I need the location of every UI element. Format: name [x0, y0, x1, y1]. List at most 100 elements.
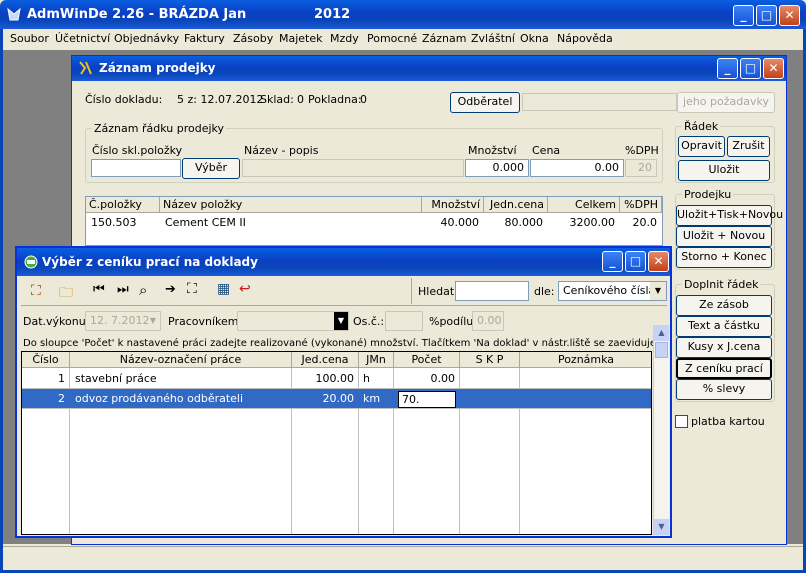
calculator-icon[interactable]: ▦	[217, 281, 230, 297]
date-field: 12. 7.2012 ▼	[85, 311, 161, 331]
search-icon[interactable]: ⌕	[139, 281, 147, 299]
sales-minimize-button[interactable]: _	[717, 58, 738, 79]
save-new-button[interactable]: Uložit + Novou	[676, 226, 772, 247]
search-label: Hledat:	[418, 285, 458, 298]
select-frame-icon[interactable]: ⛶	[187, 281, 197, 297]
table-scrollbar[interactable]: ▲ ▼	[653, 325, 669, 535]
row-count-edit[interactable]: 70.	[398, 391, 456, 408]
vat-label: %DPH	[625, 144, 659, 157]
return-icon[interactable]: ↩	[239, 281, 251, 297]
menu-majetek[interactable]: Majetek	[279, 32, 323, 45]
next-arrow-icon[interactable]: ➔	[165, 282, 176, 297]
vat-input: 20	[625, 159, 657, 177]
worker-dropdown-icon[interactable]: ▼	[334, 312, 348, 330]
sales-row-vat[interactable]: 20.0	[620, 215, 660, 231]
correct-button[interactable]: Opravit	[678, 136, 725, 157]
table-row[interactable]: 1 stavební práce 100.00 h 0.00	[22, 369, 651, 388]
folder-icon[interactable]: 🗀	[59, 282, 73, 306]
search-input[interactable]	[455, 281, 529, 301]
col-number[interactable]: Číslo	[22, 352, 70, 368]
storno-end-button[interactable]: Storno + Konec	[676, 247, 772, 268]
card-payment-checkbox[interactable]	[675, 415, 688, 428]
picker-maximize-button[interactable]: □	[625, 251, 646, 272]
sales-col-item[interactable]: Č.položky	[86, 197, 160, 213]
close-button[interactable]: ✕	[779, 5, 800, 26]
open-doc-icon[interactable]: ⛶	[31, 283, 41, 299]
picker-close-button[interactable]: ✕	[648, 251, 669, 272]
menu-faktury[interactable]: Faktury	[184, 32, 225, 45]
col-skp[interactable]: S K P	[460, 352, 520, 368]
sales-col-name[interactable]: Název položky	[160, 197, 422, 213]
sales-row-qty[interactable]: 40.000	[422, 215, 482, 231]
select-button[interactable]: Výběr	[182, 158, 240, 179]
maximize-button[interactable]: □	[756, 5, 777, 26]
sales-col-qty[interactable]: Množství	[422, 197, 484, 213]
app-year: 2012	[314, 7, 351, 22]
personal-number-field	[385, 311, 423, 331]
row-number: 2	[58, 392, 65, 405]
col-note[interactable]: Poznámka	[520, 352, 651, 368]
sales-col-vat[interactable]: %DPH	[620, 197, 662, 213]
discount-button[interactable]: % slevy	[676, 379, 772, 400]
sales-close-button[interactable]: ✕	[763, 58, 784, 79]
cancel-row-button[interactable]: Zrušit	[727, 136, 770, 157]
item-number-input[interactable]	[91, 159, 181, 177]
app-title-bar[interactable]: AdmWinDe 2.26 - BRÁZDA Jan 2012 _ □ ✕	[0, 0, 806, 29]
sales-table: Č.položky Název položky Množství Jedn.ce…	[85, 196, 663, 246]
qty-input[interactable]: 0.000	[465, 159, 529, 177]
col-unit-price[interactable]: Jed.cena	[292, 352, 359, 368]
menu-pomocne[interactable]: Pomocné	[367, 32, 417, 45]
row-number: 1	[58, 372, 65, 385]
doc-number-label: Číslo dokladu:	[85, 93, 163, 106]
sales-row-name[interactable]: Cement CEM II	[162, 215, 422, 231]
register-label: Pokladna:	[308, 93, 362, 106]
sales-row-total[interactable]: 3200.00	[548, 215, 618, 231]
from-stock-button[interactable]: Ze zásob	[676, 295, 772, 316]
menu-zvlastni[interactable]: Zvláštní	[471, 32, 515, 45]
row-count[interactable]: 0.00	[394, 371, 458, 387]
pieces-price-button[interactable]: Kusy x J.cena	[676, 337, 772, 358]
table-row-selected[interactable]: 2 odvoz prodávaného odběrateli 20.00 km …	[22, 389, 651, 408]
register-value: 0	[360, 93, 367, 106]
first-record-icon[interactable]: ⏮	[93, 282, 105, 297]
personal-number-label: Os.č.:	[353, 315, 385, 328]
text-amount-button[interactable]: Text a částku	[676, 316, 772, 337]
from-labor-button[interactable]: Z ceníku prací	[676, 358, 772, 379]
sales-col-unit-price[interactable]: Jedn.cena	[484, 197, 548, 213]
col-unit[interactable]: JMn	[359, 352, 394, 368]
picker-minimize-button[interactable]: _	[602, 251, 623, 272]
chevron-down-icon: ▼	[650, 282, 666, 300]
scroll-thumb[interactable]	[655, 342, 668, 358]
menu-objednavky[interactable]: Objednávky	[114, 32, 179, 45]
last-record-icon[interactable]: ⏭	[117, 282, 129, 297]
minimize-button[interactable]: _	[733, 5, 754, 26]
price-input[interactable]: 0.00	[530, 159, 624, 177]
scroll-up-icon[interactable]: ▲	[654, 325, 669, 341]
share-label: %podílu:	[429, 315, 477, 328]
sales-col-total[interactable]: Celkem	[548, 197, 620, 213]
menu-okna[interactable]: Okna	[520, 32, 549, 45]
col-count[interactable]: Počet	[394, 352, 460, 368]
menu-zasoby[interactable]: Zásoby	[233, 32, 273, 45]
menu-zaznam[interactable]: Záznam	[422, 32, 466, 45]
save-row-button[interactable]: Uložit	[678, 160, 770, 181]
scroll-down-icon[interactable]: ▼	[654, 519, 669, 535]
save-print-new-button[interactable]: Uložit+Tisk+Novou	[676, 205, 783, 226]
search-by-select[interactable]: Ceníkového čísla ▼	[558, 281, 667, 301]
menu-mzdy[interactable]: Mzdy	[330, 32, 359, 45]
sales-maximize-button[interactable]: □	[740, 58, 761, 79]
sales-title-bar[interactable]: Záznam prodejky _ □ ✕	[72, 56, 786, 81]
col-work-name[interactable]: Název-označení práce	[70, 352, 292, 368]
item-name-label: Název - popis	[244, 144, 319, 157]
menu-soubor[interactable]: Soubor	[10, 32, 49, 45]
picker-title-bar[interactable]: Výběr z ceníku prací na doklady _ □ ✕	[17, 248, 670, 276]
row-work-name: odvoz prodávaného odběrateli	[75, 392, 244, 405]
customer-button[interactable]: Odběratel	[450, 92, 520, 113]
menu-ucetnictvi[interactable]: Účetnictví	[55, 32, 110, 45]
sales-row-unit-price[interactable]: 80.000	[484, 215, 546, 231]
menu-bar: Soubor Účetnictví Objednávky Faktury Zás…	[3, 29, 803, 49]
sales-row-item[interactable]: 150.503	[88, 215, 160, 231]
date-dropdown-icon: ▼	[149, 316, 157, 325]
qty-label: Množství	[468, 144, 517, 157]
menu-napoveda[interactable]: Nápověda	[557, 32, 613, 45]
